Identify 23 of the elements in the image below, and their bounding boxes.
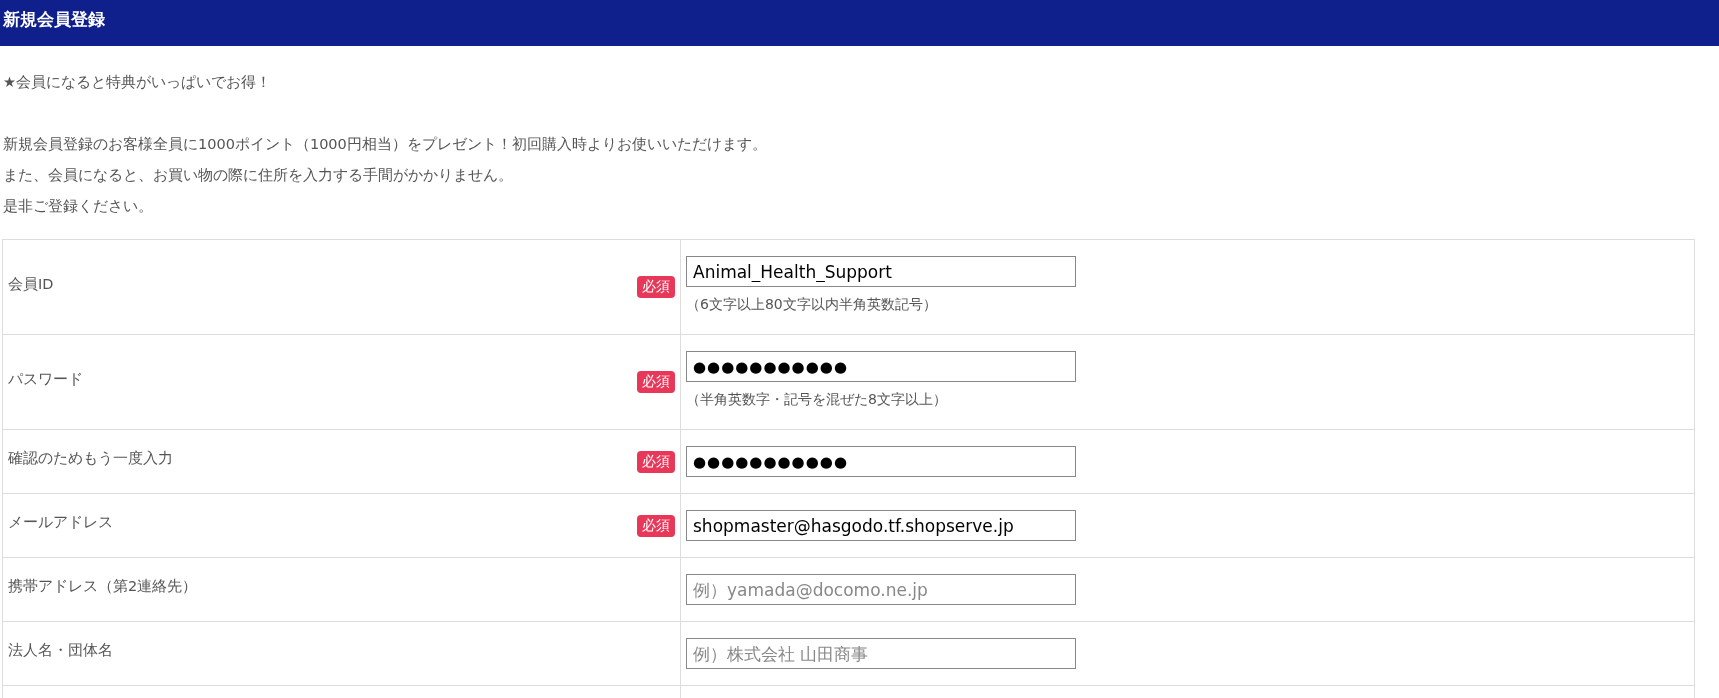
intro-text: また、会員になると、お買い物の際に住所を入力する手間がかかりません。	[3, 166, 513, 185]
field-label: メールアドレス	[8, 513, 113, 532]
required-badge: 必須	[637, 514, 675, 537]
field-label: 確認のためもう一度入力	[8, 449, 173, 468]
hint-text: （半角英数字・記号を混ぜた8文字以上）	[686, 391, 947, 409]
required-badge: 必須	[637, 450, 675, 473]
field-label: 携帯アドレス（第2連絡先）	[8, 577, 198, 596]
field-label: パスワード	[8, 369, 83, 389]
input-field[interactable]: shopmaster@hasgodo.tf.shopserve.jp	[686, 510, 1076, 541]
page-title: 新規会員登録	[3, 8, 105, 31]
password-field[interactable]: ●●●●●●●●●●●	[686, 351, 1076, 382]
required-badge: 必須	[637, 371, 675, 393]
password-field[interactable]: ●●●●●●●●●●●	[686, 446, 1076, 477]
required-badge: 必須	[637, 276, 675, 298]
intro-text: 新規会員登録のお客様全員に1000ポイント（1000円相当）をプレゼント！初回購入時よりお使いいただけます。	[3, 135, 767, 154]
input-field[interactable]: Animal_Health_Support	[686, 256, 1076, 287]
field-label: 会員ID	[8, 274, 54, 294]
input-field[interactable]: 例）yamada@docomo.ne.jp	[686, 574, 1076, 605]
hint-text: （6文字以上80文字以内半角英数記号）	[686, 296, 937, 314]
intro-text: 是非ご登録ください。	[3, 197, 153, 216]
input-field[interactable]: 例）株式会社 山田商事	[686, 638, 1076, 669]
field-label: 法人名・団体名	[8, 641, 113, 660]
intro-text: ★会員になると特典がいっぱいでお得！	[3, 73, 271, 92]
